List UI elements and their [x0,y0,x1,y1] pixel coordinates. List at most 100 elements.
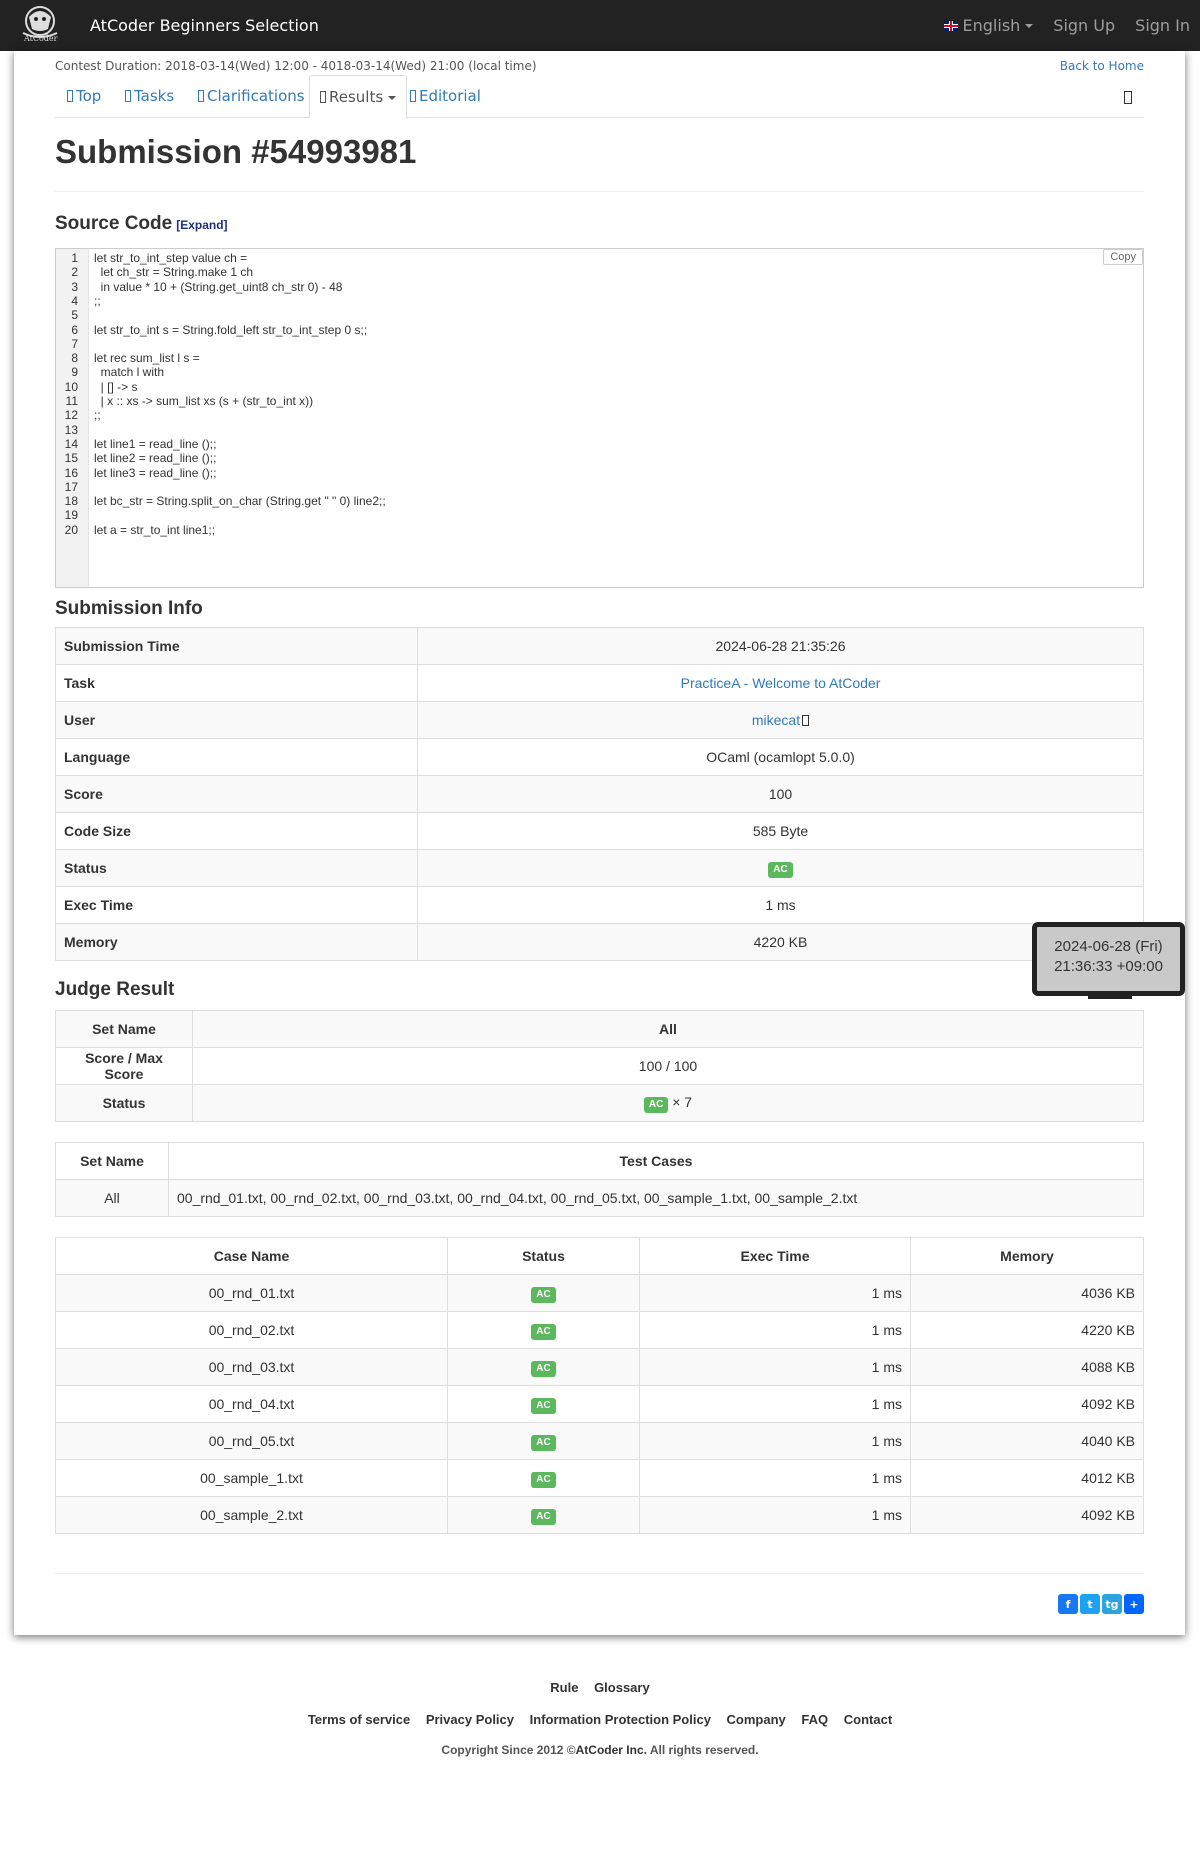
info-label: Language [55,738,418,776]
rule-link[interactable]: Rule [550,1680,578,1695]
table-row: 00_rnd_02.txt AC 1 ms 4220 KB [55,1311,1144,1349]
status-badge[interactable]: AC [531,1434,556,1451]
tab-top-label: Top [76,87,102,105]
test-cases-header: Test Cases [168,1142,1144,1180]
tab-clarifications-label: Clarifications [207,87,305,105]
copy-button[interactable]: Copy [1103,249,1143,265]
case-name: 00_rnd_01.txt [208,1285,295,1301]
status-header[interactable]: Status [447,1237,640,1275]
brand-title[interactable]: AtCoder Beginners Selection [90,16,319,35]
test-set-table: Set Name Test Cases All 00_rnd_01.txt, 0… [55,1142,1144,1217]
info-label: Score [55,775,418,813]
case-name: 00_sample_2.txt [200,1507,303,1523]
case-name-cell: 00_rnd_03.txt [55,1348,448,1386]
fullscreen-icon[interactable] [1124,91,1132,104]
exec-time-header[interactable]: Exec Time [639,1237,911,1275]
info-value-cell: 1 ms [417,886,1144,924]
info-value-cell: PracticeA - Welcome to AtCoder [417,664,1144,702]
case-status-cell: AC [447,1459,640,1497]
table-row: Set Name Test Cases [55,1142,1144,1180]
company-link[interactable]: Company [727,1712,786,1727]
tooltip-time: 21:36:33 +09:00 [1054,958,1163,975]
user-search-icon[interactable] [802,715,810,726]
sign-in-link[interactable]: Sign In [1125,0,1200,51]
case-memory: 4220 KB [1081,1322,1135,1338]
case-name: 00_rnd_05.txt [208,1433,295,1449]
tab-results[interactable]: Results [309,75,408,119]
case-exec-time: 1 ms [871,1359,902,1375]
info-value: 100 [768,786,793,802]
tasks-icon [125,90,131,102]
sign-up-link[interactable]: Sign Up [1043,0,1125,51]
submission-info-table: Submission Time 2024-06-28 21:35:26 Task Pr… [55,627,1144,961]
case-status-cell: AC [447,1274,640,1312]
back-to-home-link[interactable]: Back to Home [1060,59,1144,73]
case-status-cell: AC [447,1311,640,1349]
case-memory: 4088 KB [1081,1359,1135,1375]
case-memory: 4036 KB [1081,1285,1135,1301]
book-icon [410,90,416,102]
status-badge[interactable]: AC [531,1323,556,1340]
footer-row-1: Rule Glossary [0,1680,1200,1695]
user-link[interactable]: mikecat [752,712,800,728]
code-line: 20 let a = str_to_int line1;; [56,522,1143,539]
task-link[interactable]: PracticeA - Welcome to AtCoder [681,675,881,691]
status-badge[interactable]: AC [768,861,793,878]
tab-editorial[interactable]: Editorial [410,75,481,118]
contact-link[interactable]: Contact [844,1712,892,1727]
terms-link[interactable]: Terms of service [308,1712,410,1727]
case-exec-time-cell: 1 ms [639,1348,911,1386]
score-label: Score / Max Score [55,1047,193,1085]
case-memory-cell: 4040 KB [910,1422,1144,1460]
table-row: Status AC × 7 [55,1084,1144,1122]
share-buttons: f t tg + [1058,1594,1144,1614]
status-badge[interactable]: AC [531,1471,556,1488]
table-row: Code Size 585 Byte [55,812,1144,850]
case-exec-time: 1 ms [871,1470,902,1486]
copyright-prefix: Copyright Since 2012 © [441,1743,576,1757]
case-name-header[interactable]: Case Name [55,1237,448,1275]
case-exec-time-cell: 1 ms [639,1422,911,1460]
facebook-share-icon[interactable]: f [1058,1594,1078,1614]
tab-clarifications[interactable]: Clarifications [198,75,305,118]
case-memory-cell: 4220 KB [910,1311,1144,1349]
memory-header[interactable]: Memory [910,1237,1144,1275]
footer-row-2: Terms of service Privacy Policy Informat… [0,1712,1200,1727]
status-badge[interactable]: AC [531,1286,556,1303]
case-exec-time: 1 ms [871,1285,902,1301]
source-code-block[interactable]: 1 let str_to_int_step value ch = 2 let ch_… [55,248,1144,588]
tab-tasks[interactable]: Tasks [125,75,174,118]
case-status-cell: AC [447,1385,640,1423]
faq-link[interactable]: FAQ [801,1712,828,1727]
status-badge[interactable]: AC [531,1397,556,1414]
tab-tasks-label: Tasks [134,87,175,105]
privacy-link[interactable]: Privacy Policy [426,1712,514,1727]
test-cases-table: Case Name Status Exec Time Memory 00_rnd… [55,1237,1144,1534]
twitter-share-icon[interactable]: t [1080,1594,1100,1614]
table-row: User mikecat [55,701,1144,739]
status-label: Status [55,1084,193,1122]
language-dropdown[interactable]: English [934,0,1044,51]
expand-link[interactable]: [Expand] [176,218,227,232]
case-exec-time-cell: 1 ms [639,1274,911,1312]
case-memory-cell: 4092 KB [910,1496,1144,1534]
status-badge[interactable]: AC [531,1508,556,1525]
table-row: 00_rnd_04.txt AC 1 ms 4092 KB [55,1385,1144,1423]
case-memory: 4092 KB [1081,1507,1135,1523]
telegram-share-icon[interactable]: tg [1102,1594,1122,1614]
case-name-cell: 00_sample_1.txt [55,1459,448,1497]
glossary-link[interactable]: Glossary [594,1680,650,1695]
status-badge[interactable]: AC [643,1096,669,1113]
info-protection-link[interactable]: Information Protection Policy [530,1712,711,1727]
info-value-cell: mikecat [417,701,1144,739]
more-share-icon[interactable]: + [1124,1594,1144,1614]
divider [55,1573,1144,1574]
status-count: × 7 [672,1093,693,1110]
info-label: User [55,701,418,739]
case-memory-cell: 4012 KB [910,1459,1144,1497]
info-value-cell: 2024-06-28 21:35:26 [417,627,1144,665]
info-value-cell: OCaml (ocamlopt 5.0.0) [417,738,1144,776]
status-badge[interactable]: AC [531,1360,556,1377]
language-label: English [962,16,1021,35]
tab-top[interactable]: Top [67,75,101,118]
